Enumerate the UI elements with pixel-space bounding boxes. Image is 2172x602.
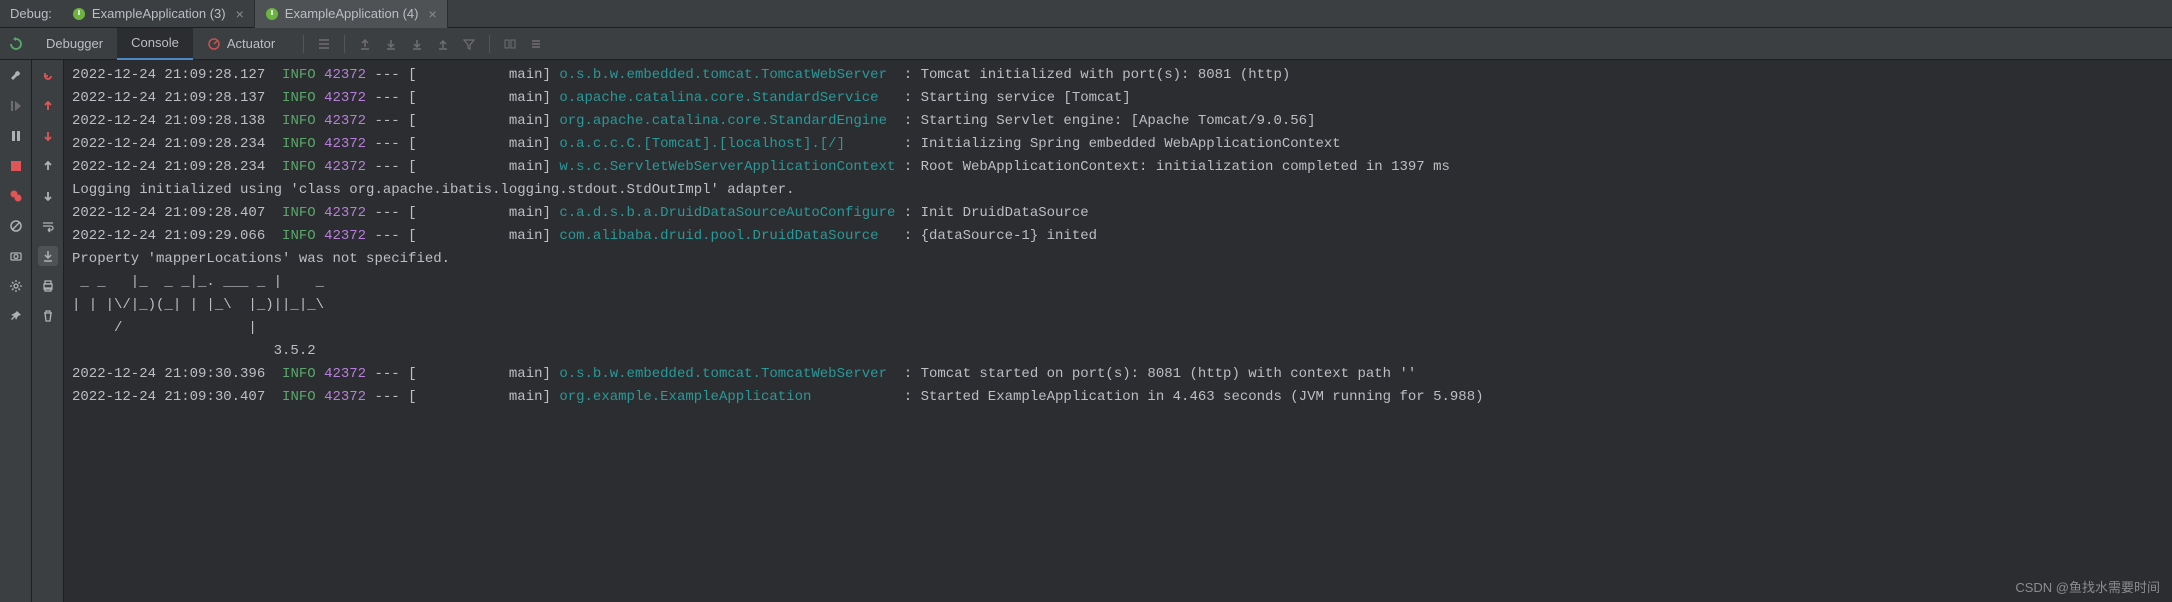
main-area: 2022-12-24 21:09:28.127 INFO 42372 --- […	[0, 60, 2172, 602]
camera-icon[interactable]	[6, 246, 26, 266]
console-action-gutter	[32, 60, 64, 602]
settings-icon[interactable]	[524, 32, 548, 56]
tab-console[interactable]: Console	[117, 28, 193, 60]
spring-boot-icon	[265, 7, 279, 21]
run-config-tab-2[interactable]: ExampleApplication (4) ×	[255, 0, 448, 28]
restart-icon[interactable]	[38, 66, 58, 86]
soft-wrap-icon[interactable]	[38, 216, 58, 236]
rerun-button[interactable]	[0, 36, 32, 52]
download-icon-2[interactable]	[405, 32, 429, 56]
upload-icon[interactable]	[431, 32, 455, 56]
pin-icon[interactable]	[6, 306, 26, 326]
close-icon[interactable]: ×	[428, 6, 436, 22]
actuator-icon	[207, 37, 221, 51]
close-icon[interactable]: ×	[236, 6, 244, 22]
filter-icon[interactable]	[457, 32, 481, 56]
mute-breakpoints-icon[interactable]	[6, 216, 26, 236]
separator	[489, 35, 490, 53]
left-action-gutter	[0, 60, 32, 602]
download-icon[interactable]	[379, 32, 403, 56]
gear-icon[interactable]	[6, 276, 26, 296]
watermark: CSDN @鱼找水需要时间	[2015, 577, 2160, 596]
run-config-tab-1[interactable]: ExampleApplication (3) ×	[62, 0, 255, 28]
stop-icon[interactable]	[6, 156, 26, 176]
print-icon[interactable]	[38, 276, 58, 296]
scroll-end-icon[interactable]	[38, 246, 58, 266]
down-red-icon[interactable]	[38, 126, 58, 146]
breakpoints-icon[interactable]	[6, 186, 26, 206]
debug-tabs-row: Debugger Console Actuator	[0, 28, 2172, 60]
trash-icon[interactable]	[38, 306, 58, 326]
layout-icon[interactable]	[498, 32, 522, 56]
spring-boot-icon	[72, 7, 86, 21]
wrench-icon[interactable]	[6, 66, 26, 86]
run-config-label: ExampleApplication (4)	[285, 6, 419, 21]
debug-top-bar: Debug: ExampleApplication (3) × ExampleA…	[0, 0, 2172, 28]
rerun-icon	[8, 36, 24, 52]
separator	[303, 35, 304, 53]
tab-actuator[interactable]: Actuator	[193, 28, 289, 60]
console-toolbar	[297, 32, 548, 56]
tab-debugger[interactable]: Debugger	[32, 28, 117, 60]
list-icon[interactable]	[312, 32, 336, 56]
export-icon[interactable]	[353, 32, 377, 56]
up-red-icon[interactable]	[38, 96, 58, 116]
separator	[344, 35, 345, 53]
debug-label: Debug:	[0, 6, 62, 21]
resume-icon[interactable]	[6, 96, 26, 116]
run-config-label: ExampleApplication (3)	[92, 6, 226, 21]
up-icon[interactable]	[38, 156, 58, 176]
console-output[interactable]: 2022-12-24 21:09:28.127 INFO 42372 --- […	[64, 60, 2172, 602]
down-icon[interactable]	[38, 186, 58, 206]
pause-icon[interactable]	[6, 126, 26, 146]
